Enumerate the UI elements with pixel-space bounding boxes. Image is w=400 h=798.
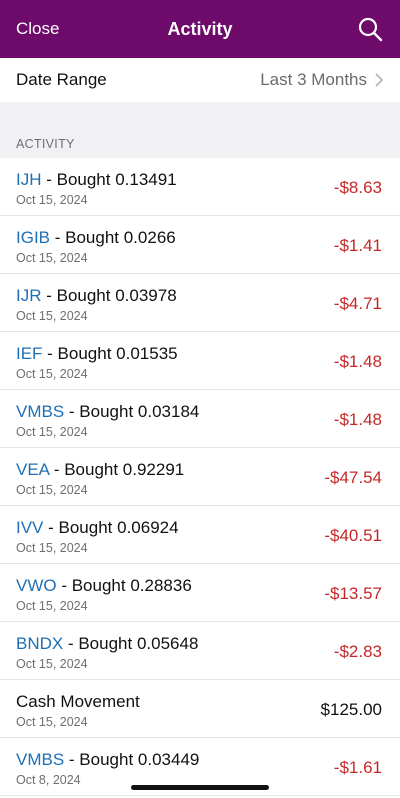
activity-amount: -$2.83 <box>333 642 382 661</box>
activity-date: Oct 8, 2024 <box>16 773 81 787</box>
ticker-symbol[interactable]: VEA <box>16 460 49 479</box>
home-indicator <box>131 785 269 790</box>
ticker-symbol[interactable]: IJR <box>16 286 42 305</box>
activity-date: Oct 15, 2024 <box>16 425 88 439</box>
activity-description: - Bought 0.01535 <box>42 344 178 363</box>
close-button[interactable]: Close <box>16 0 59 58</box>
activity-title: VEA - Bought 0.92291 <box>16 460 184 480</box>
list-item[interactable]: IJH - Bought 0.13491 Oct 15, 2024 -$8.63 <box>0 158 400 216</box>
activity-amount: -$13.57 <box>324 584 382 603</box>
activity-title: Cash Movement <box>16 692 140 712</box>
ticker-symbol[interactable]: VMBS <box>16 402 64 421</box>
activity-date: Oct 15, 2024 <box>16 715 88 729</box>
section-header: ACTIVITY <box>16 137 75 151</box>
activity-list: IJH - Bought 0.13491 Oct 15, 2024 -$8.63 IG… <box>0 158 400 796</box>
activity-title: IEF - Bought 0.01535 <box>16 344 178 364</box>
activity-date: Oct 15, 2024 <box>16 251 88 265</box>
activity-title: IJH - Bought 0.13491 <box>16 170 177 190</box>
activity-description: - Bought 0.13491 <box>41 170 177 189</box>
list-item[interactable]: IJR - Bought 0.03978 Oct 15, 2024 -$4.71 <box>0 274 400 332</box>
list-item[interactable]: IGIB - Bought 0.0266 Oct 15, 2024 -$1.41 <box>0 216 400 274</box>
nav-bar: Close Activity <box>0 0 400 58</box>
activity-amount: -$4.71 <box>333 294 382 313</box>
activity-title: VMBS - Bought 0.03184 <box>16 402 199 422</box>
activity-title: IGIB - Bought 0.0266 <box>16 228 176 248</box>
activity-amount: -$1.48 <box>333 410 382 429</box>
ticker-symbol[interactable]: IGIB <box>16 228 50 247</box>
ticker-symbol[interactable]: IVV <box>16 518 43 537</box>
activity-title: VWO - Bought 0.28836 <box>16 576 192 596</box>
list-item[interactable]: VWO - Bought 0.28836 Oct 15, 2024 -$13.57 <box>0 564 400 622</box>
activity-date: Oct 15, 2024 <box>16 309 88 323</box>
page-title: Activity <box>167 18 233 39</box>
activity-description: - Bought 0.03184 <box>64 402 200 421</box>
activity-description: - Bought 0.0266 <box>50 228 176 247</box>
ticker-symbol[interactable]: IJH <box>16 170 42 189</box>
ticker-symbol[interactable]: VWO <box>16 576 57 595</box>
activity-description: - Bought 0.05648 <box>63 634 199 653</box>
activity-title: BNDX - Bought 0.05648 <box>16 634 198 654</box>
ticker-symbol[interactable]: IEF <box>16 344 42 363</box>
activity-date: Oct 15, 2024 <box>16 483 88 497</box>
activity-amount: -$1.41 <box>333 236 382 255</box>
list-item[interactable]: VEA - Bought 0.92291 Oct 15, 2024 -$47.54 <box>0 448 400 506</box>
activity-date: Oct 15, 2024 <box>16 599 88 613</box>
date-range-value-group: Last 3 Months <box>260 70 384 90</box>
list-item[interactable]: VMBS - Bought 0.03184 Oct 15, 2024 -$1.48 <box>0 390 400 448</box>
activity-description: Cash Movement <box>16 692 140 711</box>
activity-description: - Bought 0.28836 <box>56 576 192 595</box>
activity-title: IJR - Bought 0.03978 <box>16 286 177 306</box>
list-item[interactable]: Cash Movement Oct 15, 2024 $125.00 <box>0 680 400 738</box>
activity-description: - Bought 0.06924 <box>43 518 179 537</box>
search-icon[interactable] <box>356 15 384 43</box>
activity-date: Oct 15, 2024 <box>16 193 88 207</box>
activity-date: Oct 15, 2024 <box>16 541 88 555</box>
list-item[interactable]: IEF - Bought 0.01535 Oct 15, 2024 -$1.48 <box>0 332 400 390</box>
activity-amount: -$1.61 <box>333 758 382 777</box>
activity-amount: -$47.54 <box>324 468 382 487</box>
activity-title: IVV - Bought 0.06924 <box>16 518 179 538</box>
activity-title: VMBS - Bought 0.03449 <box>16 750 199 770</box>
activity-amount: -$40.51 <box>324 526 382 545</box>
date-range-row[interactable]: Date Range Last 3 Months <box>0 58 400 102</box>
list-item[interactable]: BNDX - Bought 0.05648 Oct 15, 2024 -$2.83 <box>0 622 400 680</box>
ticker-symbol[interactable]: BNDX <box>16 634 63 653</box>
list-item[interactable]: IVV - Bought 0.06924 Oct 15, 2024 -$40.51 <box>0 506 400 564</box>
activity-date: Oct 15, 2024 <box>16 657 88 671</box>
activity-description: - Bought 0.03449 <box>64 750 200 769</box>
activity-description: - Bought 0.03978 <box>41 286 177 305</box>
activity-date: Oct 15, 2024 <box>16 367 88 381</box>
activity-amount: -$8.63 <box>333 178 382 197</box>
date-range-label: Date Range <box>16 70 107 89</box>
activity-amount: -$1.48 <box>333 352 382 371</box>
activity-description: - Bought 0.92291 <box>49 460 185 479</box>
chevron-right-icon <box>375 73 383 87</box>
date-range-value: Last 3 Months <box>260 70 367 89</box>
activity-amount: $125.00 <box>320 700 382 719</box>
ticker-symbol[interactable]: VMBS <box>16 750 64 769</box>
